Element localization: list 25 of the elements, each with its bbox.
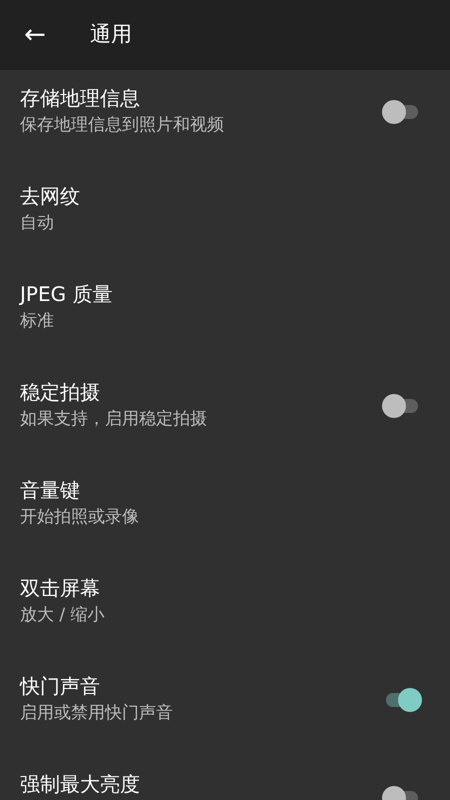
setting-summary: 保存地理信息到照片和视频	[20, 114, 224, 137]
settings-row[interactable]: 强制最大亮度	[0, 756, 450, 800]
setting-title: JPEG 质量	[20, 281, 112, 308]
settings-row[interactable]: 音量键 开始拍照或录像	[0, 462, 450, 560]
setting-title: 双击屏幕	[20, 575, 101, 602]
setting-title: 稳定拍摄	[20, 379, 101, 406]
settings-row[interactable]: 存储地理信息 保存地理信息到照片和视频	[0, 70, 450, 168]
settings-row[interactable]: 双击屏幕 放大 / 缩小	[0, 560, 450, 658]
setting-title: 音量键	[20, 477, 81, 504]
setting-summary: 标准	[20, 310, 55, 333]
settings-row[interactable]: 快门声音 启用或禁用快门声音	[0, 658, 450, 756]
settings-row[interactable]: 稳定拍摄 如果支持，启用稳定拍摄	[0, 364, 450, 462]
settings-row[interactable]: JPEG 质量 标准	[0, 266, 450, 364]
setting-title: 快门声音	[20, 673, 101, 700]
setting-summary: 开始拍照或录像	[20, 506, 139, 529]
settings-row[interactable]: 去网纹 自动	[0, 168, 450, 266]
back-button[interactable]: ←	[20, 20, 50, 50]
setting-title: 存储地理信息	[20, 85, 141, 112]
setting-summary: 放大 / 缩小	[20, 604, 105, 627]
setting-title: 去网纹	[20, 183, 80, 210]
setting-summary: 如果支持，启用稳定拍摄	[20, 408, 207, 431]
setting-title: 强制最大亮度	[20, 771, 140, 798]
screen-title: 通用	[90, 21, 132, 48]
setting-summary: 自动	[20, 212, 55, 235]
setting-summary: 启用或禁用快门声音	[20, 702, 173, 725]
